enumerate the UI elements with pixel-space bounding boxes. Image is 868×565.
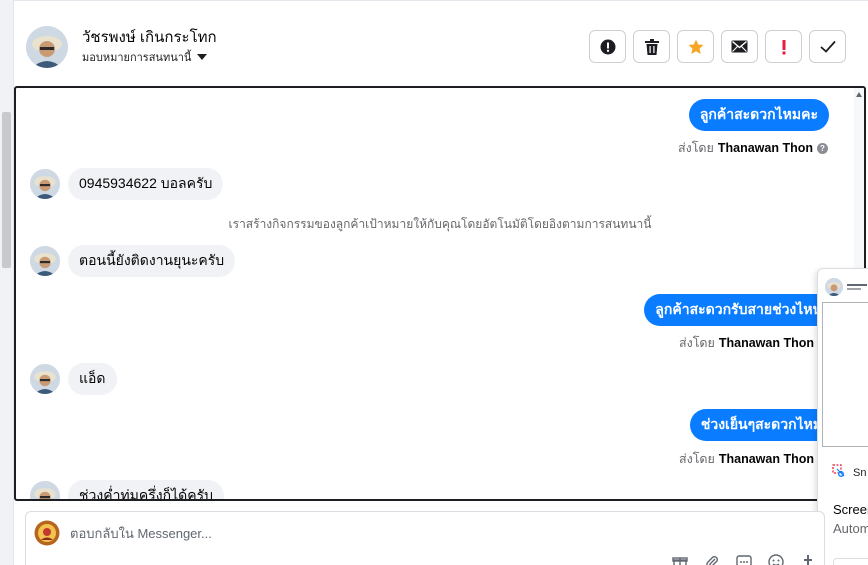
sent-by-name: Thanawan Thon [717,141,813,155]
sender-avatar[interactable] [30,364,60,394]
saved-replies-icon[interactable] [735,554,753,565]
composer-toolbar [671,554,817,565]
scroll-up-arrow-icon[interactable] [856,92,862,97]
sent-by-prefix: ส่งโดย [677,141,714,155]
inbox-conversation-view: วัชรพงษ์ เกินกระโทก มอบหมายการสนทนานี้ ล… [0,0,868,565]
sent-by-label: ส่งโดย Thanawan Thon [679,333,814,353]
follow-up-button[interactable] [765,30,802,63]
message-row-incoming: 0945934622 บอลครับ [30,168,224,200]
message-row-incoming: ตอนนี้ยังติดงานยุนะครับ [30,245,236,277]
message-bubble-incoming[interactable]: 0945934622 บอลครับ [68,168,224,200]
conversation-header: วัชรพงษ์ เกินกระโทก มอบหมายการสนทนานี้ [14,0,868,86]
delete-button[interactable] [633,30,670,63]
page-avatar [34,520,60,546]
emoji-icon[interactable] [767,554,785,565]
system-notice: เราสร้างกิจกรรมของลูกค้าเป้าหมายให้กับคุ… [228,217,652,231]
star-button[interactable] [677,30,714,63]
panel-avatar [825,278,843,296]
sent-by-name: Thanawan Thon [718,452,814,466]
caret-down-icon [197,54,208,60]
report-spam-button[interactable] [589,30,626,63]
panel-app-label: Sn [853,466,867,479]
message-row-incoming: ช่วงค่ำทุ่มครึ่งก็ได้ครับ [30,480,224,499]
message-bubble-incoming[interactable]: ช่วงค่ำทุ่มครึ่งก็ได้ครับ [68,480,224,499]
reply-composer [25,511,825,565]
sender-avatar[interactable] [30,246,60,276]
contact-avatar[interactable] [26,26,68,68]
left-scrollbar-thumb[interactable] [2,112,11,268]
message-bubble-outgoing[interactable]: ลูกค้าสะดวกไหมคะ [688,99,829,131]
mark-unread-button[interactable] [721,30,758,63]
panel-app-row[interactable]: Sn [832,464,866,481]
panel-subtitle: Autom [833,521,868,536]
panel-action-button[interactable] [833,558,868,565]
sender-avatar[interactable] [30,169,60,199]
gift-icon[interactable] [671,554,689,565]
sent-by-prefix: ส่งโดย [678,452,715,466]
envelope-icon [731,40,748,53]
exclamation-icon [781,39,787,55]
message-row-incoming: แอ็ด [30,363,117,395]
alert-circle-icon [600,39,616,55]
assign-label: มอบหมายการสนทนานี้ [82,52,192,64]
message-bubble-incoming[interactable]: แอ็ด [68,363,117,395]
message-bubble-incoming[interactable]: ตอนนี้ยังติดงานยุนะครับ [68,245,236,277]
panel-title: Screen [833,502,868,517]
more-options-icon[interactable] [799,554,817,565]
help-icon[interactable]: ? [817,142,828,154]
mark-done-button[interactable] [809,30,846,63]
reply-input[interactable] [70,526,670,541]
panel-preview-frame[interactable] [822,302,868,447]
sender-avatar[interactable] [30,481,60,499]
conversation-actions [589,30,846,63]
panel-thumbnail-header [825,278,867,296]
sent-by-label: ส่งโดย Thanawan Thon ? [678,138,828,158]
trash-icon [644,38,659,55]
attachment-icon[interactable] [703,554,721,565]
assign-conversation-dropdown[interactable]: มอบหมายการสนทนานี้ [82,48,208,66]
message-thread[interactable]: ลูกค้าสะดวกไหมคะ ส่งโดย Thanawan Thon ? … [14,86,866,501]
star-icon [688,39,704,55]
panel-thumbnail-text [847,284,867,290]
left-scrollbar[interactable] [0,0,14,565]
sent-by-prefix: ส่งโดย [678,336,715,350]
checkmark-icon [819,40,836,53]
contact-name: วัชรพงษ์ เกินกระโทก [82,29,217,46]
sent-by-name: Thanawan Thon [718,336,814,350]
snipping-tool-icon [832,464,846,481]
sent-by-label: ส่งโดย Thanawan Thon [679,449,814,469]
